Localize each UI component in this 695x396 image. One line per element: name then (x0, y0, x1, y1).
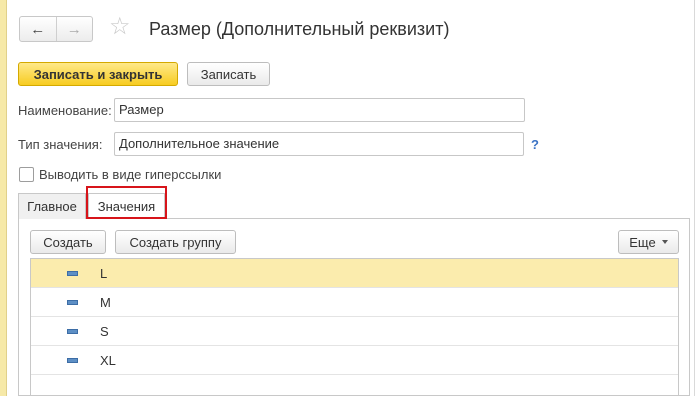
list-item[interactable]: M (31, 288, 678, 317)
name-field[interactable]: Размер (114, 98, 525, 122)
list-item-label: L (100, 266, 108, 281)
tab-main[interactable]: Главное (18, 193, 86, 219)
left-accent-strip (0, 0, 7, 396)
save-button[interactable]: Записать (187, 62, 270, 86)
value-type-field[interactable]: Дополнительное значение (114, 132, 524, 156)
values-list: L M S XL (30, 258, 679, 396)
hyperlink-checkbox-label: Выводить в виде гиперссылки (39, 167, 222, 182)
list-item-label: S (100, 324, 109, 339)
help-link[interactable]: ? (531, 137, 539, 152)
value-icon (67, 358, 78, 363)
more-menu-label: Еще (629, 234, 656, 250)
list-item[interactable]: XL (31, 346, 678, 375)
list-item[interactable]: L (31, 259, 678, 288)
tab-highlight-frame (86, 186, 167, 219)
value-icon (67, 271, 78, 276)
page-title: Размер (Дополнительный реквизит) (149, 19, 450, 39)
value-icon (67, 300, 78, 305)
name-label: Наименование: (18, 103, 112, 118)
type-label: Тип значения: (18, 137, 103, 152)
create-button[interactable]: Создать (30, 230, 106, 254)
value-icon (67, 329, 78, 334)
favorite-star-icon[interactable]: ☆ (109, 15, 131, 39)
forward-arrow-icon[interactable]: → (55, 17, 93, 41)
more-menu-button[interactable]: Еще (618, 230, 679, 254)
list-item-label: M (100, 295, 111, 310)
create-group-button[interactable]: Создать группу (115, 230, 236, 254)
navigation-buttons: ← → (19, 16, 93, 42)
chevron-down-icon (661, 240, 668, 244)
back-arrow-icon[interactable]: ← (20, 17, 56, 41)
save-and-close-button[interactable]: Записать и закрыть (18, 62, 178, 86)
list-item-label: XL (100, 353, 116, 368)
list-item[interactable]: S (31, 317, 678, 346)
hyperlink-checkbox[interactable] (19, 167, 34, 182)
